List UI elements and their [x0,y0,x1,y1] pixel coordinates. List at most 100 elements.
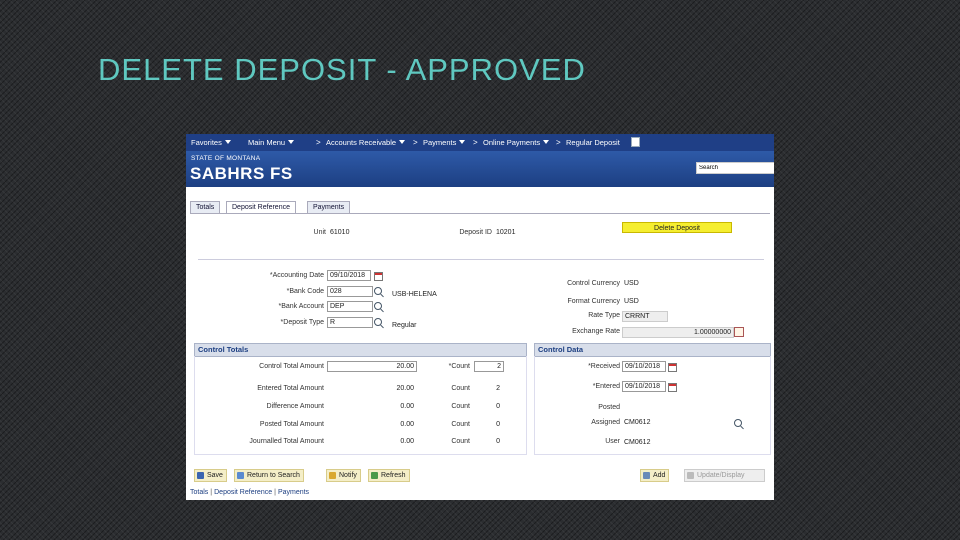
journalled-total-value: 0.00 [400,438,414,445]
journalled-total-label: Journalled Total Amount [249,438,324,445]
entered-total-label: Entered Total Amount [257,385,324,392]
breadcrumb-online-payments[interactable]: Online Payments [483,138,550,147]
delete-deposit-button[interactable]: Delete Deposit [622,222,732,233]
difference-value: 0.00 [400,403,414,410]
received-date-field[interactable]: 09/10/2018 [622,361,666,372]
calendar-icon[interactable] [668,363,677,372]
difference-count-label: Count [451,403,470,410]
footer-link-deposit-reference[interactable]: Deposit Reference [214,489,272,496]
control-total-field[interactable]: 20.00 [327,361,417,372]
save-button[interactable]: Save [194,469,227,482]
breadcrumb-separator: > [556,138,561,147]
refresh-icon [371,472,378,479]
chevron-down-icon [224,140,231,144]
unit-value: 61010 [330,229,350,236]
save-icon [197,472,204,479]
peoplesoft-window: Favorites Main Menu > Accounts Receivabl… [186,134,774,500]
entered-date-field[interactable]: 09/10/2018 [622,381,666,392]
update-display-button[interactable]: Update/Display [684,469,765,482]
state-label: STATE OF MONTANA [191,155,261,162]
calendar-icon[interactable] [668,383,677,392]
control-data-header: Control Data [534,343,771,357]
favorites-menu[interactable]: Favorites [191,138,231,147]
add-icon [643,472,650,479]
chevron-down-icon [543,140,550,144]
deposit-type-field[interactable]: R [327,317,373,328]
system-name: SABHRS FS [190,164,293,183]
control-total-label: Control Total Amount [259,363,324,370]
breadcrumb-separator: > [316,138,321,147]
lookup-icon[interactable] [374,302,382,310]
control-totals-header: Control Totals [194,343,527,357]
deposit-id-value: 10201 [496,229,516,236]
entered-count-value: 2 [496,385,500,392]
update-icon [687,472,694,479]
refresh-button[interactable]: Refresh [368,469,410,482]
tab-divider [190,213,770,214]
format-currency-label: Format Currency [567,298,620,305]
lookup-icon[interactable] [374,287,382,295]
control-count-field[interactable]: 2 [474,361,504,372]
breadcrumb-payments[interactable]: Payments [423,138,466,147]
breadcrumb-separator: > [473,138,478,147]
breadcrumb-accounts-receivable[interactable]: Accounts Receivable [326,138,406,147]
bank-account-field[interactable]: DEP [327,301,373,312]
breadcrumb-regular-deposit[interactable]: Regular Deposit [566,138,620,147]
bank-code-field[interactable]: 028 [327,286,373,297]
search-input[interactable] [696,162,774,174]
footer-links: Totals | Deposit Reference | Payments [190,489,309,496]
control-count-label: *Count [448,363,470,370]
posted-total-label: Posted Total Amount [259,421,324,428]
new-window-icon[interactable] [631,137,640,147]
calendar-icon[interactable] [374,272,383,281]
bank-code-label: *Bank Code [286,288,324,295]
format-currency-value: USD [624,298,639,305]
chevron-down-icon [399,140,406,144]
return-icon [237,472,244,479]
entered-count-label: Count [451,385,470,392]
action-toolbar: Save Return to Search Notify Refresh Add… [194,469,766,482]
rate-type-field: CRRNT [622,311,668,322]
exchange-rate-field: 1.00000000 [622,327,734,338]
assigned-value: CM0612 [624,419,651,426]
main-menu[interactable]: Main Menu [248,138,295,147]
entered-total-value: 20.00 [396,385,414,392]
exchange-rate-label: Exchange Rate [572,328,620,335]
deposit-id-label: Deposit ID [459,229,492,236]
exchange-rate-icon[interactable] [734,327,744,337]
lookup-icon[interactable] [374,318,382,326]
received-label: *Received [588,363,620,370]
entered-label: *Entered [592,383,620,390]
control-currency-value: USD [624,280,639,287]
accounting-date-field[interactable]: 09/10/2018 [327,270,371,281]
top-nav-bar: Favorites Main Menu > Accounts Receivabl… [186,134,774,151]
deposit-type-label: *Deposit Type [280,319,324,326]
return-to-search-button[interactable]: Return to Search [234,469,304,482]
posted-count-value: 0 [496,421,500,428]
posted-total-value: 0.00 [400,421,414,428]
user-label: User [605,438,620,445]
bank-account-label: *Bank Account [278,303,324,310]
notify-button[interactable]: Notify [326,469,361,482]
lookup-icon[interactable] [734,419,742,427]
journalled-count-label: Count [451,438,470,445]
breadcrumb-separator: > [413,138,418,147]
posted-label: Posted [598,404,620,411]
accounting-date-label: *Accounting Date [269,272,324,279]
footer-link-totals[interactable]: Totals [190,489,208,496]
assigned-label: Assigned [591,419,620,426]
user-value: CM0612 [624,439,651,446]
footer-link-payments[interactable]: Payments [278,489,309,496]
difference-count-value: 0 [496,403,500,410]
unit-label: Unit [313,229,326,236]
posted-count-label: Count [451,421,470,428]
add-button[interactable]: Add [640,469,670,482]
deposit-type-desc: Regular [392,322,417,329]
journalled-count-value: 0 [496,438,500,445]
slide-title: DELETE DEPOSIT - APPROVED [98,52,586,87]
notify-icon [329,472,336,479]
chevron-down-icon [288,140,295,144]
bank-name: USB-HELENA [392,291,437,298]
divider [198,259,764,260]
chevron-down-icon [459,140,466,144]
